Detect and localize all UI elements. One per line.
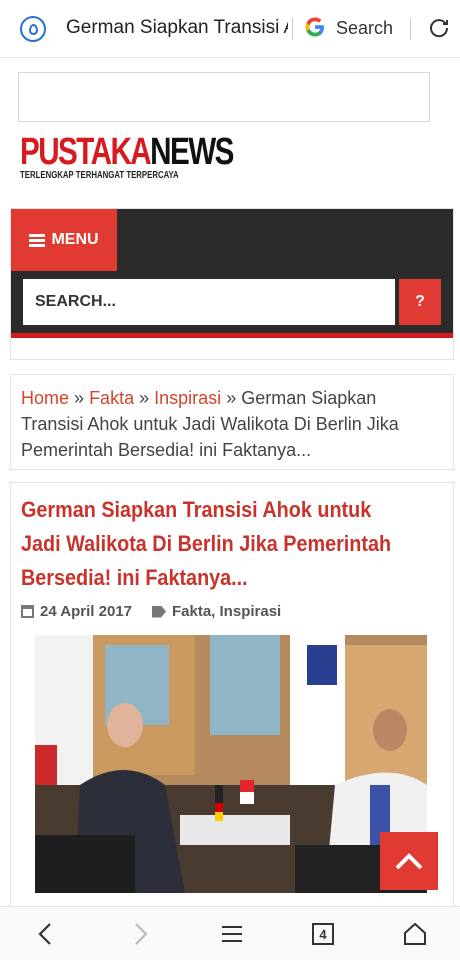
browser-top-bar: German Siapkan Transisi Ahok untuk Jadi … bbox=[0, 0, 460, 58]
navigation-box: MENU SEARCH... ? bbox=[10, 208, 454, 360]
tab-count: 4 bbox=[319, 927, 327, 942]
tags-icon bbox=[152, 605, 166, 618]
reload-icon[interactable] bbox=[428, 17, 450, 39]
article-meta: 24 April 2017 Fakta, Inspirasi bbox=[21, 603, 281, 620]
search-input[interactable]: SEARCH... bbox=[23, 279, 395, 325]
browser-bottom-nav: 4 bbox=[0, 906, 460, 960]
tabs-icon[interactable]: 4 bbox=[310, 921, 336, 947]
logo-text-black: NEWS bbox=[150, 131, 234, 173]
menu-label: MENU bbox=[51, 231, 99, 248]
back-icon[interactable] bbox=[32, 921, 58, 947]
breadcrumb: Home » Fakta » Inspirasi » German Siapka… bbox=[10, 374, 454, 470]
breadcrumb-inspirasi[interactable]: Inspirasi bbox=[154, 388, 221, 408]
site-info-icon[interactable] bbox=[20, 16, 46, 42]
article-photo[interactable] bbox=[35, 635, 427, 893]
breadcrumb-home[interactable]: Home bbox=[21, 388, 69, 408]
divider bbox=[410, 18, 411, 40]
article-categories[interactable]: Fakta, Inspirasi bbox=[172, 603, 281, 620]
chevron-up-icon bbox=[395, 853, 423, 870]
site-logo[interactable]: PUSTAKANEWS TERLENGKAP TERHANGAT TERPERC… bbox=[20, 132, 280, 188]
breadcrumb-separator: » bbox=[139, 388, 150, 408]
logo-text-red: PUSTAKA bbox=[20, 131, 152, 173]
article-title[interactable]: German Siapkan Transisi Ahok untuk Jadi … bbox=[21, 493, 399, 595]
list-icon bbox=[29, 234, 46, 247]
accent-divider bbox=[11, 333, 453, 338]
article-date: 24 April 2017 bbox=[40, 603, 132, 620]
search-button[interactable]: Search bbox=[336, 18, 393, 39]
site-tagline: TERLENGKAP TERHANGAT TERPERCAYA bbox=[20, 170, 179, 181]
forward-icon[interactable] bbox=[128, 921, 154, 947]
home-icon[interactable] bbox=[402, 921, 428, 947]
ad-placeholder bbox=[18, 72, 430, 122]
breadcrumb-fakta[interactable]: Fakta bbox=[89, 388, 134, 408]
menu-icon[interactable] bbox=[219, 921, 245, 947]
divider bbox=[292, 18, 293, 40]
breadcrumb-separator: » bbox=[74, 388, 85, 408]
calendar-icon bbox=[21, 605, 34, 618]
back-to-top-button[interactable] bbox=[380, 832, 438, 890]
google-icon[interactable] bbox=[304, 16, 326, 38]
breadcrumb-separator: » bbox=[226, 388, 237, 408]
menu-button[interactable]: MENU bbox=[11, 209, 117, 271]
page-title-in-address-bar[interactable]: German Siapkan Transisi Ahok untuk Jadi … bbox=[66, 17, 288, 39]
search-submit-button[interactable]: ? bbox=[399, 279, 441, 325]
